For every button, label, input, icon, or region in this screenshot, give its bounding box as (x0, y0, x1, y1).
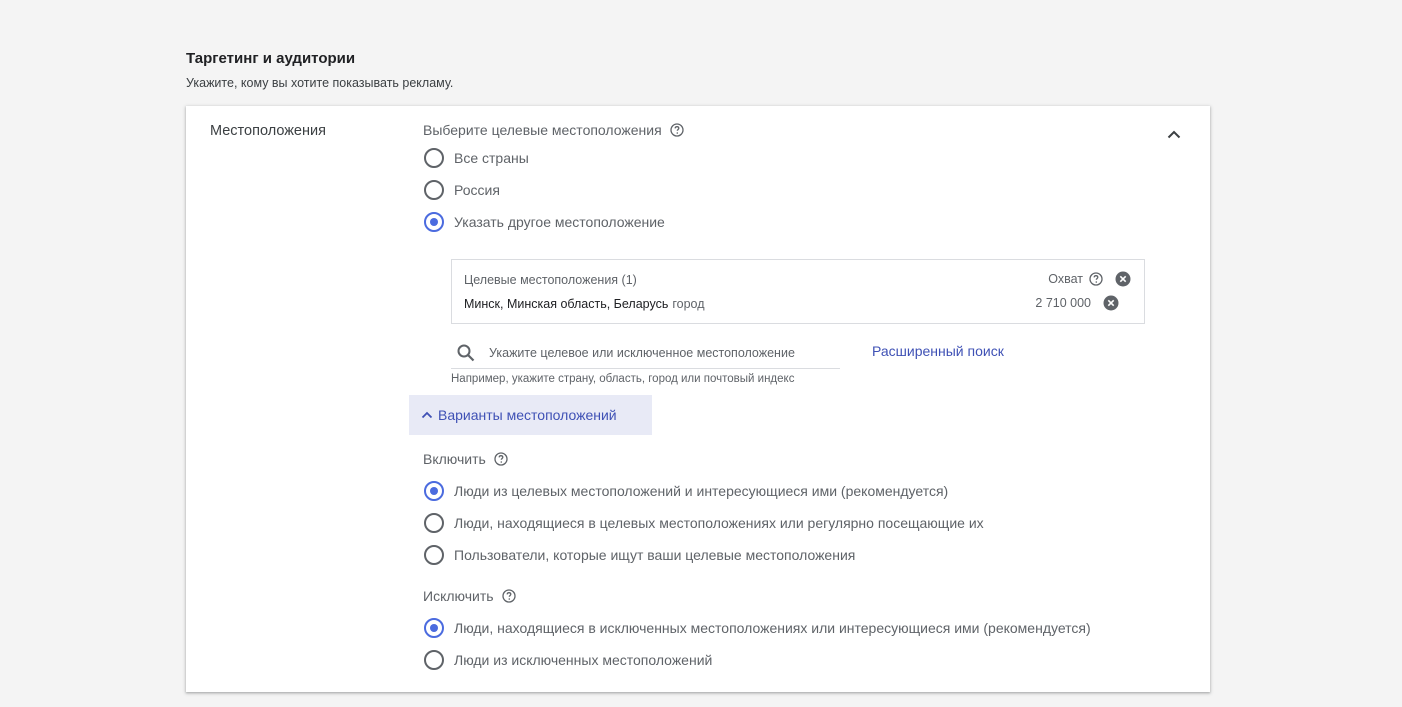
location-reach: 2 710 000 (1035, 295, 1131, 311)
radio-button[interactable] (424, 545, 444, 565)
radio-russia[interactable]: Россия (424, 180, 500, 200)
radio-label: Все страны (454, 150, 529, 166)
help-icon[interactable] (1089, 272, 1103, 286)
collapse-button[interactable] (1162, 122, 1186, 146)
radio-label: Люди, находящиеся в исключенных местопол… (454, 620, 1091, 636)
locations-card: Местоположения Выберите целевые местопол… (186, 106, 1210, 692)
target-location-row: Минск, Минская область, Беларусь город (464, 297, 705, 311)
help-icon[interactable] (670, 123, 684, 137)
advanced-search-link[interactable]: Расширенный поиск (872, 343, 1004, 359)
reach-header: Охват (1048, 271, 1131, 287)
radio-label: Россия (454, 182, 500, 198)
section-title: Таргетинг и аудитории (186, 50, 356, 67)
remove-all-icon[interactable] (1115, 271, 1131, 287)
chevron-up-icon (421, 411, 433, 419)
remove-location-icon[interactable] (1103, 295, 1119, 311)
radio-label: Люди, находящиеся в целевых местоположен… (454, 515, 984, 531)
target-locations-header: Целевые местоположения (1) (464, 273, 637, 287)
radio-include-interested[interactable]: Люди из целевых местоположений и интерес… (424, 481, 948, 501)
radio-exclude-interested[interactable]: Люди, находящиеся в исключенных местопол… (424, 618, 1091, 638)
location-options-toggle[interactable]: Варианты местоположений (409, 395, 652, 435)
help-icon[interactable] (494, 452, 508, 466)
section-subtitle: Укажите, кому вы хотите показывать рекла… (186, 76, 454, 90)
radio-button[interactable] (424, 650, 444, 670)
radio-button[interactable] (424, 513, 444, 533)
location-type: город (672, 297, 705, 311)
radio-include-searching[interactable]: Пользователи, которые ищут ваши целевые … (424, 545, 855, 565)
exclude-heading: Исключить (423, 588, 516, 604)
location-search (451, 338, 840, 369)
radio-label: Люди из целевых местоположений и интерес… (454, 483, 949, 499)
include-label: Включить (423, 451, 486, 467)
radio-exclude-present[interactable]: Люди из исключенных местоположений (424, 650, 712, 670)
chevron-up-icon (1167, 130, 1181, 138)
radio-button[interactable] (424, 180, 444, 200)
radio-button-checked[interactable] (424, 481, 444, 501)
reach-label: Охват (1048, 272, 1083, 286)
select-locations-heading: Выберите целевые местоположения (423, 122, 684, 138)
select-locations-label: Выберите целевые местоположения (423, 122, 662, 138)
radio-other-location[interactable]: Указать другое местоположение (424, 212, 665, 232)
radio-button-checked[interactable] (424, 618, 444, 638)
target-locations-box: Целевые местоположения (1) Охват Минск, … (451, 259, 1145, 324)
radio-label: Указать другое местоположение (454, 214, 665, 230)
radio-button[interactable] (424, 148, 444, 168)
radio-label: Люди из исключенных местоположений (454, 652, 713, 668)
help-icon[interactable] (501, 589, 516, 603)
search-hint: Например, укажите страну, область, город… (451, 373, 795, 385)
location-options-label: Варианты местоположений (438, 407, 617, 423)
exclude-label: Исключить (423, 588, 494, 604)
reach-value: 2 710 000 (1035, 296, 1091, 310)
radio-include-present[interactable]: Люди, находящиеся в целевых местоположен… (424, 513, 984, 533)
radio-button-checked[interactable] (424, 212, 444, 232)
search-icon (456, 343, 476, 363)
location-name: Минск, Минская область, Беларусь (464, 297, 669, 311)
radio-all-countries[interactable]: Все страны (424, 148, 529, 168)
radio-label: Пользователи, которые ищут ваши целевые … (454, 547, 856, 563)
include-heading: Включить (423, 451, 508, 467)
locations-label: Местоположения (210, 123, 326, 139)
location-search-input[interactable] (489, 343, 829, 363)
